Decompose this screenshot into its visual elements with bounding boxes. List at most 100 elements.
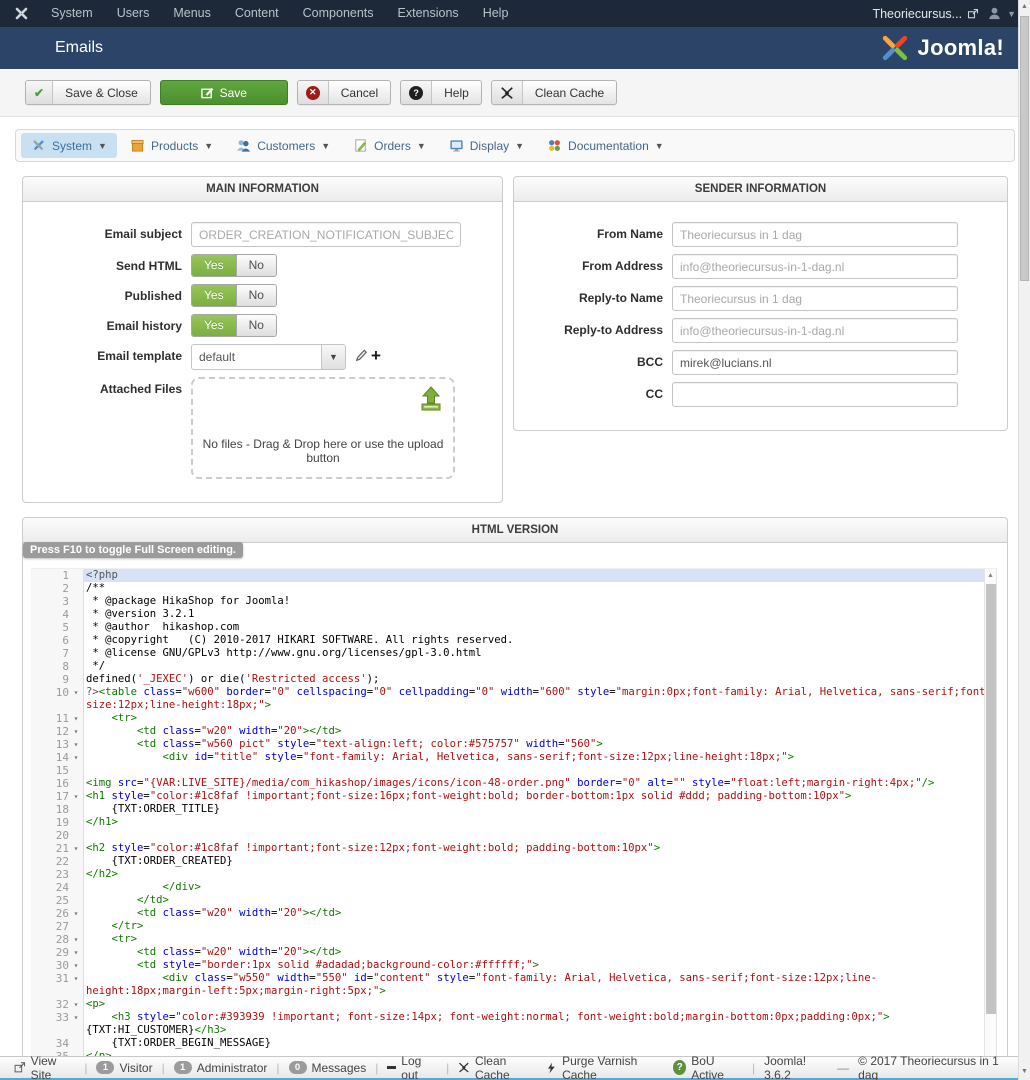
- code-line[interactable]: 29▾ <td class="w20" width="20"></td>: [31, 946, 997, 959]
- published-no[interactable]: No: [236, 285, 276, 306]
- purge-varnish-button[interactable]: Purge Varnish Cache: [546, 1054, 664, 1080]
- published-yes[interactable]: Yes: [192, 285, 236, 306]
- plugin-status[interactable]: ? BoU Active: [673, 1054, 743, 1080]
- email-history-yes[interactable]: Yes: [192, 315, 236, 336]
- code-line[interactable]: 21▾<h2 style="color:#1c8faf !important;f…: [31, 842, 997, 855]
- fold-arrow-icon[interactable]: ▾: [69, 998, 83, 1011]
- code-line[interactable]: 3 * @package HikaShop for Joomla!: [31, 595, 997, 608]
- fold-arrow-icon[interactable]: ▾: [69, 751, 83, 764]
- menu-system[interactable]: System: [39, 0, 105, 27]
- email-history-no[interactable]: No: [236, 315, 276, 336]
- edit-template-icon[interactable]: [354, 348, 369, 363]
- page-scrollbar-thumb[interactable]: [1020, 16, 1029, 281]
- code-line[interactable]: 24 </div>: [31, 881, 997, 894]
- code-line[interactable]: 32▾<p>: [31, 998, 997, 1011]
- view-site-button[interactable]: View Site: [14, 1054, 75, 1080]
- reply-to-address-input[interactable]: [672, 318, 958, 343]
- email-subject-input[interactable]: [191, 222, 461, 247]
- code-line[interactable]: 30▾ <td style="border:1px solid #adadad;…: [31, 959, 997, 972]
- tab-customers[interactable]: Customers▼: [226, 133, 340, 158]
- code-line[interactable]: 2/**: [31, 582, 997, 595]
- messages-counter[interactable]: 0 Messages: [289, 1061, 367, 1075]
- user-menu[interactable]: ▼: [987, 6, 1016, 21]
- code-line[interactable]: 10▾?><table class="w600" border="0" cell…: [31, 686, 997, 712]
- cancel-button[interactable]: ✕ Cancel: [297, 80, 391, 105]
- cc-input[interactable]: [672, 382, 958, 407]
- view-site-link[interactable]: Theoriecursus...: [872, 7, 979, 21]
- fold-arrow-icon[interactable]: ▾: [69, 946, 83, 959]
- email-template-select[interactable]: default ▼: [191, 344, 346, 370]
- bcc-input[interactable]: [672, 350, 958, 375]
- menu-users[interactable]: Users: [105, 0, 162, 27]
- code-line[interactable]: 11▾ <tr>: [31, 712, 997, 725]
- tab-system[interactable]: System▼: [21, 133, 117, 158]
- code-line[interactable]: 7 * @license GNU/GPLv3 http://www.gnu.or…: [31, 647, 997, 660]
- help-button[interactable]: ? Help: [400, 80, 482, 105]
- code-line[interactable]: 8 */: [31, 660, 997, 673]
- clean-cache-button[interactable]: Clean Cache: [491, 80, 617, 105]
- save-button[interactable]: Save: [160, 80, 288, 105]
- fold-arrow-icon[interactable]: ▾: [69, 907, 83, 920]
- menu-extensions[interactable]: Extensions: [386, 0, 471, 27]
- scroll-down-icon[interactable]: ▼: [1019, 1068, 1030, 1075]
- code-line[interactable]: 15: [31, 764, 997, 777]
- fold-arrow-icon[interactable]: ▾: [69, 959, 83, 972]
- code-line[interactable]: 13▾ <td class="w560 pict" style="text-al…: [31, 738, 997, 751]
- code-line[interactable]: 19</h1>: [31, 816, 997, 829]
- from-address-input[interactable]: [672, 254, 958, 279]
- editor-scrollbar[interactable]: ▲: [984, 569, 997, 1080]
- editor-scrollbar-thumb[interactable]: [986, 584, 996, 1014]
- fold-arrow-icon[interactable]: ▾: [69, 1011, 83, 1037]
- code-line[interactable]: 1<?php: [31, 569, 997, 582]
- code-line[interactable]: 28▾ <tr>: [31, 933, 997, 946]
- code-line[interactable]: 25 </td>: [31, 894, 997, 907]
- code-line[interactable]: 16<img src="{VAR:LIVE_SITE}/media/com_hi…: [31, 777, 997, 790]
- fold-arrow-icon[interactable]: ▾: [69, 686, 83, 712]
- reply-to-name-input[interactable]: [672, 286, 958, 311]
- code-editor[interactable]: 1<?php2/**3 * @package HikaShop for Joom…: [31, 568, 997, 1080]
- send-html-yes[interactable]: Yes: [192, 255, 236, 276]
- scroll-up-icon[interactable]: ▲: [1019, 3, 1030, 10]
- tab-orders[interactable]: Orders▼: [343, 133, 436, 158]
- code-line[interactable]: 31▾ <div class="w550" width="550" id="co…: [31, 972, 997, 998]
- code-line[interactable]: 17▾<h1 style="color:#1c8faf !important;f…: [31, 790, 997, 803]
- fold-arrow-icon[interactable]: ▾: [69, 933, 83, 946]
- code-line[interactable]: 27 </tr>: [31, 920, 997, 933]
- page-scrollbar[interactable]: ▲ ▼: [1018, 0, 1030, 1080]
- from-name-input[interactable]: [672, 222, 958, 247]
- menu-menus[interactable]: Menus: [161, 0, 223, 27]
- code-line[interactable]: 26▾ <td class="w20" width="20"></td>: [31, 907, 997, 920]
- code-line[interactable]: 12▾ <td class="w20" width="20"></td>: [31, 725, 997, 738]
- code-line[interactable]: 33▾ <h3 style="color:#393939 !important;…: [31, 1011, 997, 1037]
- code-line[interactable]: 5 * @author hikashop.com: [31, 621, 997, 634]
- code-line[interactable]: 4 * @version 3.2.1: [31, 608, 997, 621]
- add-template-icon[interactable]: +: [371, 349, 381, 363]
- fold-arrow-icon[interactable]: ▾: [69, 725, 83, 738]
- administrator-counter[interactable]: 1 Administrator: [174, 1061, 268, 1075]
- menu-help[interactable]: Help: [471, 0, 521, 27]
- attached-files-dropzone[interactable]: No files - Drag & Drop here or use the u…: [191, 377, 455, 479]
- fold-arrow-icon[interactable]: ▾: [69, 738, 83, 751]
- upload-icon[interactable]: [417, 385, 445, 413]
- code-line[interactable]: 9defined('_JEXEC') or die('Restricted ac…: [31, 673, 997, 686]
- clean-cache-status-button[interactable]: Clean Cache: [458, 1054, 537, 1080]
- code-line[interactable]: 22 {TXT:ORDER_CREATED}: [31, 855, 997, 868]
- visitor-counter[interactable]: 1 Visitor: [96, 1061, 152, 1075]
- menu-components[interactable]: Components: [291, 0, 386, 27]
- code-line[interactable]: 34 {TXT:ORDER_BEGIN_MESSAGE}: [31, 1037, 997, 1050]
- save-close-button[interactable]: ✔ Save & Close: [25, 80, 151, 105]
- code-line[interactable]: 20: [31, 829, 997, 842]
- fold-arrow-icon[interactable]: ▾: [69, 972, 83, 998]
- code-line[interactable]: 6 * @copyright (C) 2010-2017 HIKARI SOFT…: [31, 634, 997, 647]
- tab-products[interactable]: Products▼: [120, 133, 223, 158]
- log-out-button[interactable]: Log out: [387, 1054, 437, 1080]
- tab-display[interactable]: Display▼: [439, 133, 534, 158]
- fold-arrow-icon[interactable]: ▾: [69, 790, 83, 803]
- fold-arrow-icon[interactable]: ▾: [69, 712, 83, 725]
- send-html-no[interactable]: No: [236, 255, 276, 276]
- fold-arrow-icon[interactable]: ▾: [69, 842, 83, 855]
- tab-documentation[interactable]: Documentation▼: [537, 133, 674, 158]
- code-line[interactable]: 23</h2>: [31, 868, 997, 881]
- scroll-up-icon[interactable]: ▲: [985, 569, 996, 583]
- menu-content[interactable]: Content: [223, 0, 291, 27]
